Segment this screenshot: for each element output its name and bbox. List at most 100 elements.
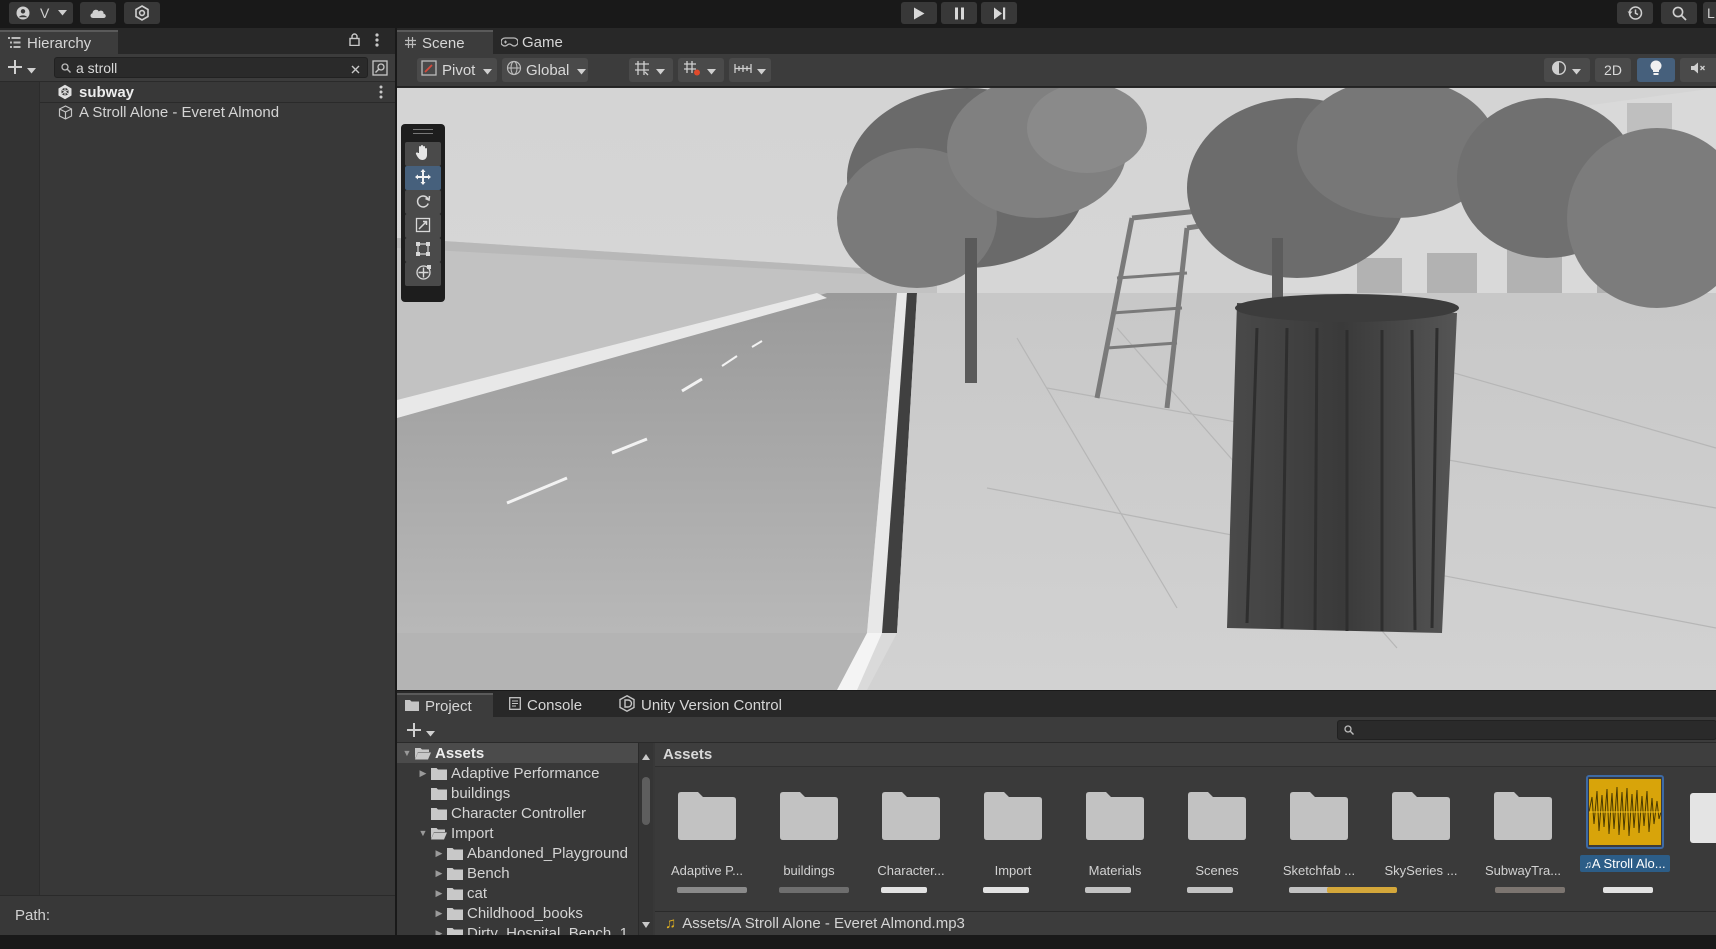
music-note-icon: ♫: [1584, 860, 1592, 871]
tree-scrollbar[interactable]: [639, 743, 653, 935]
tab-project[interactable]: Project: [397, 693, 493, 717]
asset-folder-item[interactable]: SkySeries ...: [1375, 775, 1467, 895]
scale-tool[interactable]: [405, 214, 441, 238]
lighting-toggle[interactable]: [1637, 58, 1675, 82]
scroll-up-arrow-icon[interactable]: [642, 747, 650, 763]
tree-item-bench[interactable]: ▶ Bench: [397, 863, 638, 883]
clear-search-icon[interactable]: [351, 61, 360, 77]
expand-arrow-icon[interactable]: ▼: [417, 827, 429, 839]
folder-icon: [431, 807, 447, 820]
expand-arrow-icon[interactable]: ▶: [433, 867, 445, 879]
tab-game[interactable]: Game: [493, 30, 573, 54]
search-icon: [1672, 6, 1687, 21]
rotate-icon: [415, 193, 431, 212]
scene-row-subway[interactable]: subway: [40, 82, 395, 102]
view-tool[interactable]: [405, 142, 441, 166]
globe-icon: [506, 60, 522, 80]
folder-icon: [431, 767, 447, 780]
tab-hierarchy[interactable]: Hierarchy: [0, 30, 118, 54]
audio-toggle[interactable]: [1680, 58, 1716, 82]
scene-label: subway: [79, 83, 135, 101]
asset-folder-item[interactable]: Sketchfab ...: [1273, 775, 1365, 895]
global-dropdown[interactable]: Global: [502, 58, 588, 82]
tab-hierarchy-label: Hierarchy: [27, 34, 92, 52]
tree-item-buildings[interactable]: buildings: [397, 783, 638, 803]
mode-2d-toggle[interactable]: 2D: [1595, 58, 1631, 82]
asset-folder-item[interactable]: Character...: [865, 775, 957, 895]
chevron-down-icon: [426, 724, 435, 740]
step-button[interactable]: [981, 2, 1017, 24]
expand-arrow-icon[interactable]: ▶: [433, 927, 445, 936]
gizmo-ruler-button[interactable]: [729, 58, 771, 82]
list-icon: [8, 35, 21, 52]
services-button[interactable]: [124, 2, 160, 24]
search-button[interactable]: [1661, 2, 1697, 24]
rect-tool[interactable]: [405, 238, 441, 262]
cloud-button[interactable]: [80, 2, 116, 24]
tree-item-label: Dirty_Hospital_Bench_1: [467, 924, 628, 936]
expand-arrow-icon[interactable]: ▼: [401, 747, 413, 759]
create-asset-dropdown[interactable]: [407, 723, 435, 740]
tree-item-abandoned-playground[interactable]: ▶ Abandoned_Playground: [397, 843, 638, 863]
grid-snapping-button[interactable]: [629, 58, 673, 82]
tree-item-import[interactable]: ▼ Import: [397, 823, 638, 843]
rect-transform-icon: [415, 241, 431, 260]
expand-arrow-icon[interactable]: ▶: [433, 887, 445, 899]
scale-icon: [415, 217, 431, 236]
shading-mode-dropdown[interactable]: [1544, 58, 1590, 82]
incremental-snap-button[interactable]: [678, 58, 724, 82]
scroll-down-arrow-icon[interactable]: [642, 915, 650, 931]
asset-folder-item[interactable]: buildings: [763, 775, 855, 895]
unity-scene-icon: [57, 84, 73, 100]
tree-item-cat[interactable]: ▶ cat: [397, 883, 638, 903]
folder-icon: [984, 792, 1042, 840]
move-tool[interactable]: [405, 166, 441, 190]
history-button[interactable]: [1617, 2, 1653, 24]
pivot-dropdown[interactable]: Pivot: [417, 58, 497, 82]
tab-scene[interactable]: Scene: [397, 30, 493, 54]
hierarchy-path-bar: Path:: [0, 895, 395, 935]
tree-item-character-controller[interactable]: Character Controller: [397, 803, 638, 823]
scene-viewport[interactable]: [397, 88, 1716, 690]
tree-item-adaptive-performance[interactable]: ▶ Adaptive Performance: [397, 763, 638, 783]
play-button[interactable]: [901, 2, 937, 24]
account-dropdown[interactable]: V: [9, 2, 73, 24]
tab-console[interactable]: Console: [501, 693, 597, 717]
rotate-tool[interactable]: [405, 190, 441, 214]
ruler-icon: [734, 61, 752, 79]
asset-folder-item[interactable]: Scenes: [1171, 775, 1263, 895]
hierarchy-search-field[interactable]: a stroll: [54, 57, 368, 78]
tab-version-control[interactable]: Unity Version Control: [611, 693, 801, 717]
gameobject-row[interactable]: A Stroll Alone - Everet Almond: [40, 102, 395, 122]
expand-arrow-icon[interactable]: ▶: [417, 767, 429, 779]
drag-handle[interactable]: [413, 129, 433, 134]
scrollbar-thumb[interactable]: [642, 777, 650, 825]
chevron-down-icon: [577, 62, 587, 79]
create-dropdown[interactable]: [8, 60, 36, 77]
more-options-icon[interactable]: [375, 33, 379, 50]
tree-item-assets[interactable]: ▼ Assets: [397, 743, 638, 763]
asset-folder-item[interactable]: Import: [967, 775, 1059, 895]
asset-folder-item[interactable]: SubwayTra...: [1477, 775, 1569, 895]
pause-button[interactable]: [941, 2, 977, 24]
partial-asset-preview[interactable]: [1690, 793, 1716, 843]
transform-tool[interactable]: [405, 262, 441, 286]
more-options-icon[interactable]: [379, 85, 383, 103]
move-icon: [414, 168, 432, 189]
tree-item-childhood-books[interactable]: ▶ Childhood_books: [397, 903, 638, 923]
project-search-field[interactable]: [1337, 720, 1716, 740]
lock-icon[interactable]: [349, 33, 360, 49]
gameobject-label: A Stroll Alone - Everet Almond: [79, 103, 280, 121]
account-label: V: [40, 5, 50, 21]
asset-audio-item-selected[interactable]: ♫A Stroll Alo...: [1579, 775, 1671, 895]
tree-item-dirty-hospital-bench[interactable]: ▶ Dirty_Hospital_Bench_1: [397, 923, 638, 935]
expand-arrow-icon[interactable]: ▶: [433, 907, 445, 919]
asset-folder-item[interactable]: Adaptive P...: [661, 775, 753, 895]
asset-folder-item[interactable]: Materials: [1069, 775, 1161, 895]
layout-dropdown[interactable]: L: [1703, 2, 1716, 24]
search-by-type-icon[interactable]: [372, 60, 388, 79]
folder-open-icon: [415, 747, 431, 759]
tree-item-label: Assets: [435, 744, 485, 762]
expand-arrow-icon[interactable]: ▶: [433, 847, 445, 859]
asset-label-selected: ♫A Stroll Alo...: [1580, 855, 1670, 872]
